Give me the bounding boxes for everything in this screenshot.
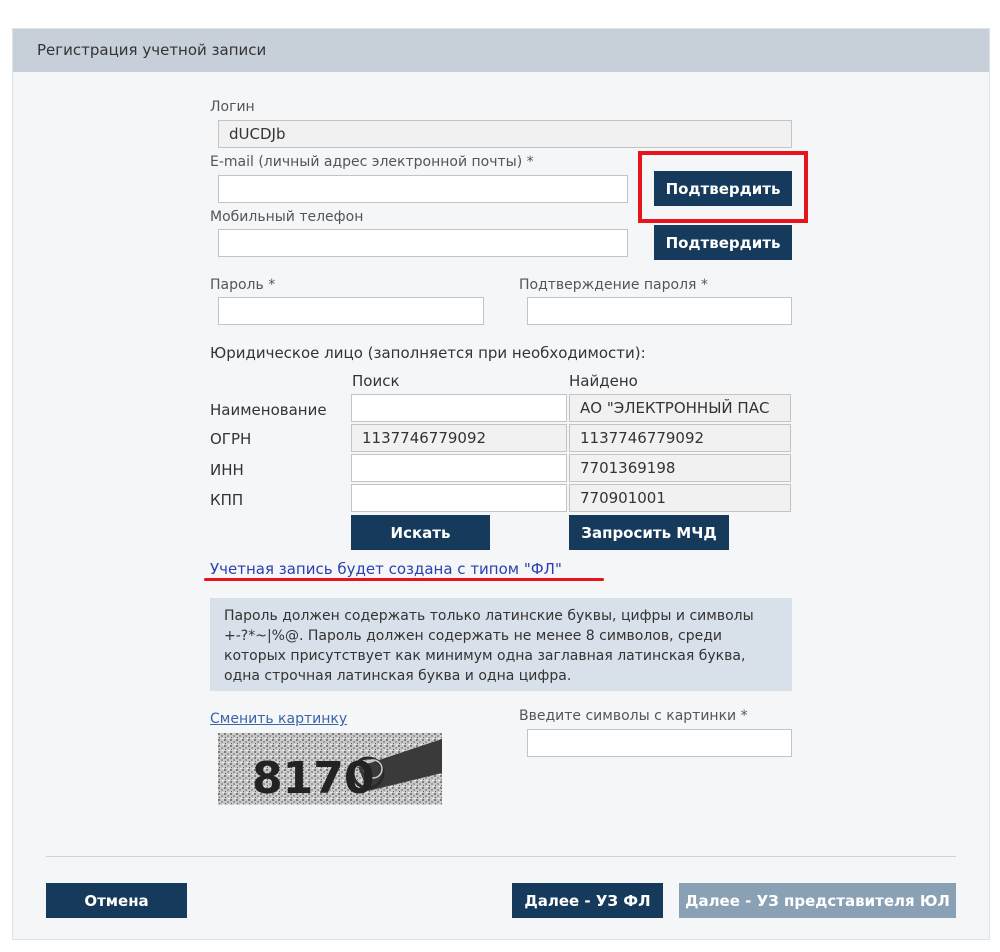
row-label-inn: ИНН: [210, 461, 244, 479]
next-fl-button[interactable]: Далее - УЗ ФЛ: [512, 883, 663, 918]
login-field[interactable]: [218, 120, 792, 148]
row-label-name: Наименование: [210, 401, 327, 419]
found-kpp-field[interactable]: [569, 484, 791, 512]
email-field[interactable]: [218, 175, 628, 203]
col-found-header: Найдено: [569, 372, 638, 390]
next-ul-button[interactable]: Далее - УЗ представителя ЮЛ: [679, 883, 956, 918]
found-name-field[interactable]: [569, 394, 791, 422]
row-label-kpp: КПП: [210, 491, 244, 509]
red-underline: [204, 578, 604, 581]
cancel-button[interactable]: Отмена: [46, 883, 187, 918]
legal-entity-title: Юридическое лицо (заполняется при необхо…: [210, 344, 646, 362]
footer-divider: [46, 856, 956, 857]
search-button[interactable]: Искать: [351, 515, 490, 550]
panel-header: Регистрация учетной записи: [13, 29, 989, 72]
captcha-image: 8170: [218, 733, 442, 805]
found-ogrn-field[interactable]: [569, 424, 791, 452]
captcha-field[interactable]: [527, 729, 792, 757]
password-rules-text: Пароль должен содержать только латинские…: [224, 608, 754, 684]
password-field[interactable]: [218, 297, 484, 325]
captcha-input-label: Введите символы с картинки *: [519, 708, 748, 724]
password-confirm-label: Подтверждение пароля *: [519, 277, 708, 293]
col-search-header: Поиск: [352, 372, 400, 390]
search-kpp-field[interactable]: [351, 484, 567, 512]
found-inn-field[interactable]: [569, 454, 791, 482]
search-ogrn-field[interactable]: [351, 424, 567, 452]
row-label-ogrn: ОГРН: [210, 430, 252, 448]
password-confirm-field[interactable]: [527, 297, 792, 325]
change-captcha-link[interactable]: Сменить картинку: [210, 711, 347, 727]
password-label: Пароль *: [210, 277, 276, 293]
password-rules-box: Пароль должен содержать только латинские…: [210, 598, 792, 691]
confirm-phone-button[interactable]: Подтвердить: [654, 225, 792, 260]
login-label: Логин: [210, 99, 255, 115]
confirm-email-button[interactable]: Подтвердить: [654, 171, 792, 206]
phone-label: Мобильный телефон: [210, 209, 364, 225]
search-inn-field[interactable]: [351, 454, 567, 482]
page-title: Регистрация учетной записи: [37, 41, 267, 59]
captcha-text: 8170: [252, 753, 374, 804]
phone-field[interactable]: [218, 229, 628, 257]
email-label: E-mail (личный адрес электронной почты) …: [210, 154, 534, 170]
account-type-note: Учетная запись будет создана с типом "ФЛ…: [210, 560, 562, 578]
search-name-field[interactable]: [351, 394, 567, 422]
request-mchd-button[interactable]: Запросить МЧД: [569, 515, 729, 550]
